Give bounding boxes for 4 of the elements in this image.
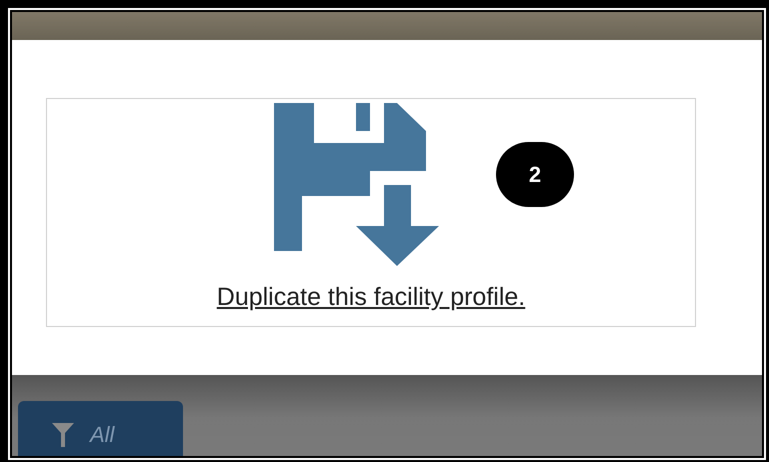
callout-badge: 2 xyxy=(496,142,574,207)
filter-icon xyxy=(52,423,74,447)
duplicate-link[interactable]: Duplicate this facility profile. xyxy=(216,282,526,312)
filter-tab[interactable]: All xyxy=(18,401,183,456)
